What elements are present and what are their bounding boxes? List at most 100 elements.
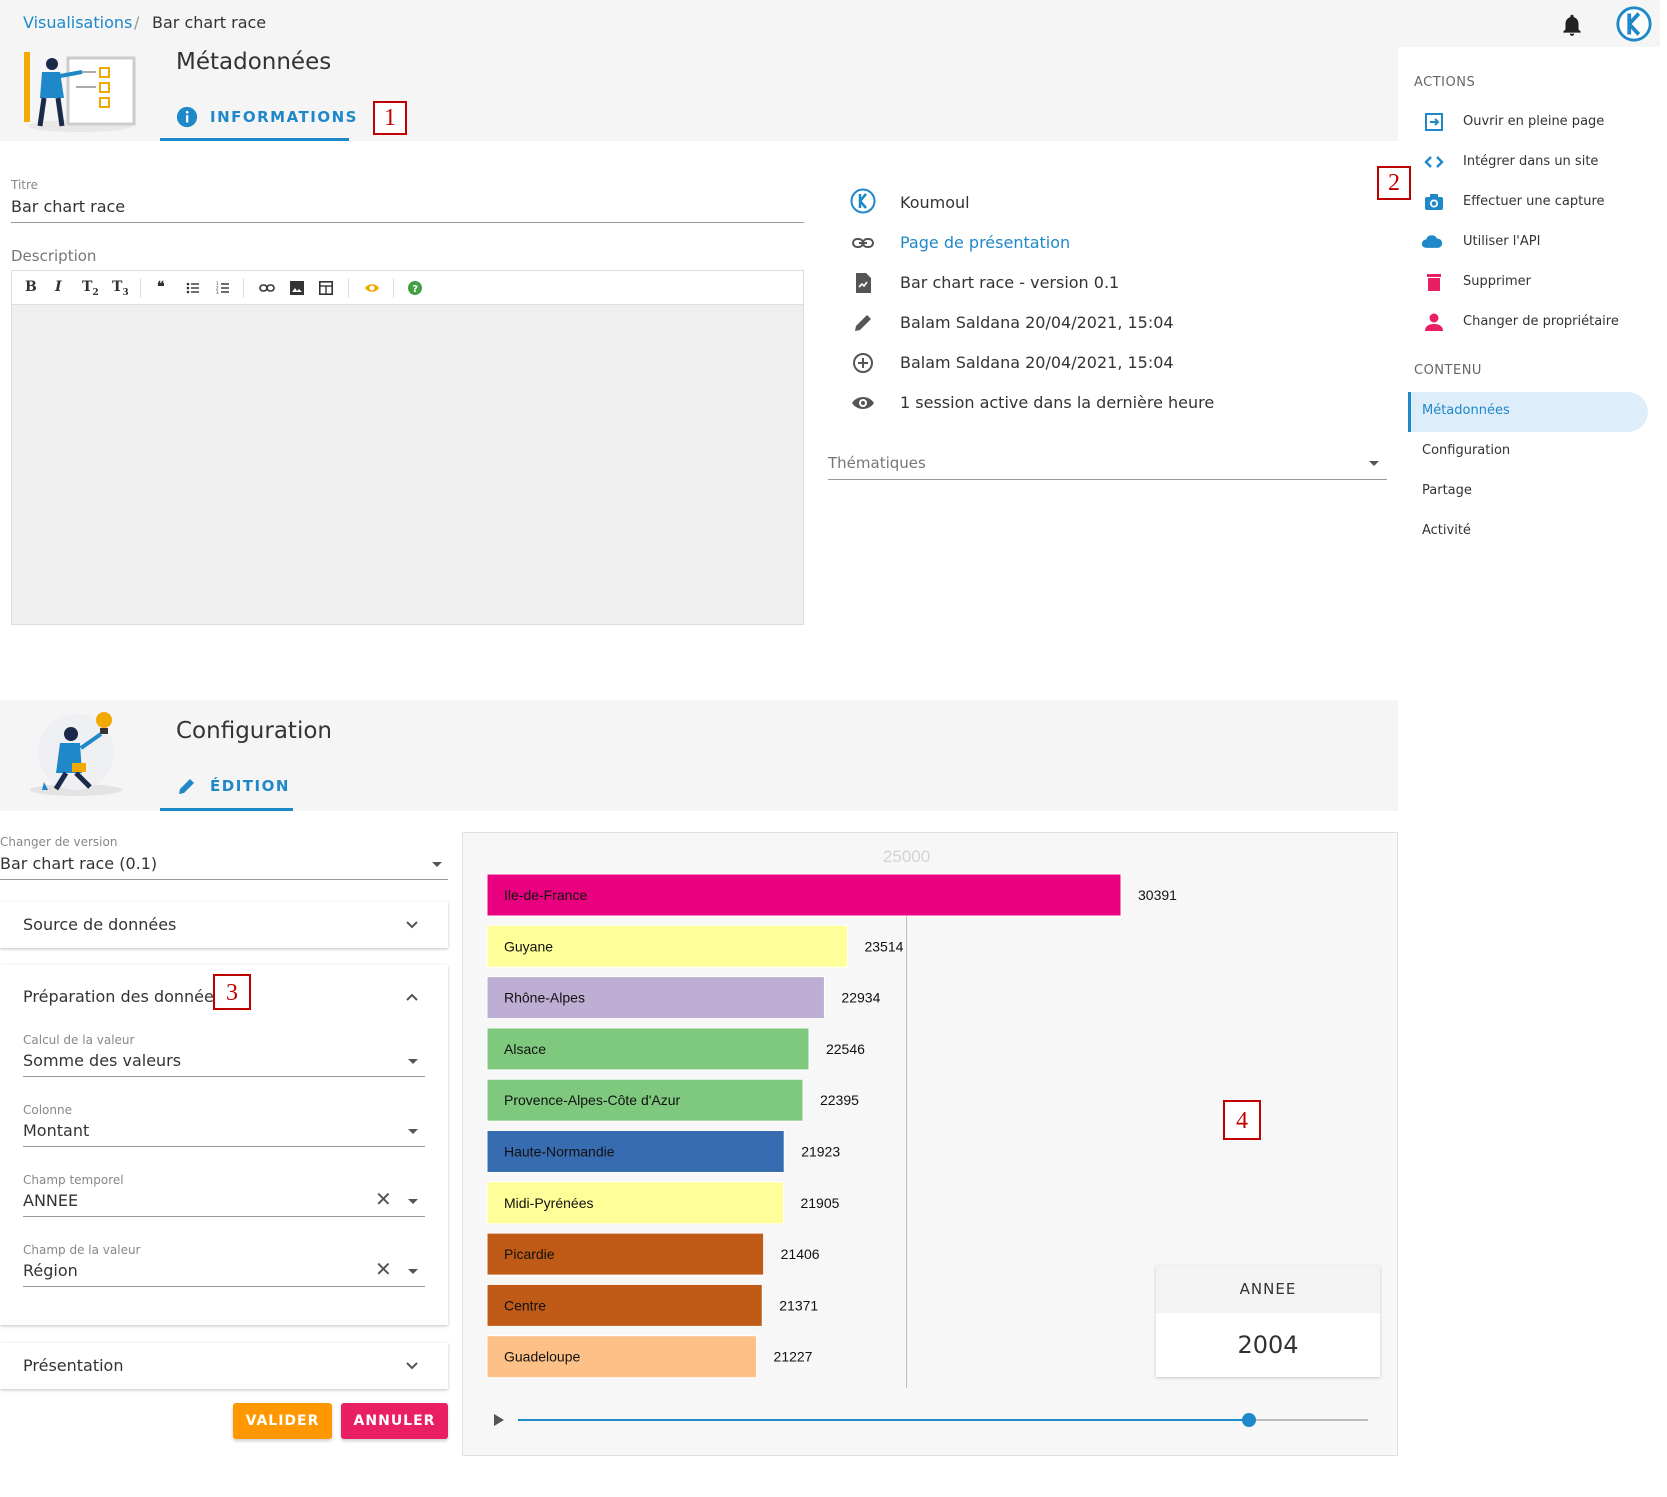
description-label: Description	[11, 247, 97, 265]
valeur-underline	[23, 1286, 425, 1287]
camera-icon[interactable]	[1423, 191, 1445, 213]
bar-value-label: 30391	[1138, 887, 1177, 903]
calc-underline	[23, 1076, 425, 1077]
owner-name: Koumoul	[900, 193, 970, 212]
configuration-illustration-icon	[30, 712, 122, 796]
chevron-down-icon[interactable]	[405, 1359, 419, 1373]
version-dropdown-arrow[interactable]	[432, 862, 442, 867]
valeur-select[interactable]: Région	[23, 1261, 78, 1280]
temporel-label: Champ temporel	[23, 1173, 124, 1187]
play-icon[interactable]	[494, 1414, 504, 1426]
callout-4: 4	[1223, 1100, 1261, 1140]
bar-label: Guyane	[504, 938, 553, 954]
quote-button[interactable]: ❝	[157, 279, 165, 295]
year-value: 2004	[1237, 1331, 1299, 1359]
titre-label: Titre	[11, 178, 39, 192]
thematiques-dropdown-arrow[interactable]	[1369, 461, 1379, 466]
actions-heading: ACTIONS	[1414, 75, 1476, 90]
presentation-title[interactable]: Présentation	[23, 1356, 123, 1375]
temporel-dropdown-arrow[interactable]	[408, 1199, 418, 1204]
titre-input[interactable]: Bar chart race	[11, 197, 125, 216]
action-capture[interactable]: Effectuer une capture	[1463, 194, 1605, 209]
bell-icon[interactable]	[1559, 12, 1585, 38]
breadcrumb-separator: /	[134, 13, 140, 32]
toolbar-separator	[348, 278, 349, 298]
breadcrumb-parent-link[interactable]: Visualisations	[23, 13, 132, 32]
description-editor[interactable]: B I T2 T3 ❝ 123 ?	[11, 270, 804, 625]
bar-label: Provence-Alpes-Côte d'Azur	[504, 1092, 681, 1108]
bar-label: Ile-de-France	[504, 887, 587, 903]
version-text: Bar chart race - version 0.1	[900, 273, 1120, 292]
person-icon[interactable]	[1423, 311, 1445, 333]
preview-eye-icon[interactable]	[364, 281, 380, 295]
calc-dropdown-arrow[interactable]	[408, 1059, 418, 1064]
ordered-list-icon[interactable]: 123	[216, 281, 230, 295]
validate-button[interactable]: VALIDER	[233, 1403, 332, 1439]
user-avatar-logo-icon[interactable]	[1615, 5, 1653, 43]
tab-edition[interactable]: ÉDITION	[210, 777, 290, 795]
content-metadonnees[interactable]: Métadonnées	[1422, 403, 1510, 418]
clear-valeur-icon[interactable]: ✕	[375, 1257, 392, 1281]
toolbar-separator	[243, 278, 244, 298]
open-fullpage-icon[interactable]	[1423, 111, 1445, 133]
colonne-label: Colonne	[23, 1103, 72, 1117]
colonne-select[interactable]: Montant	[23, 1121, 89, 1140]
action-embed-site[interactable]: Intégrer dans un site	[1463, 154, 1598, 169]
link-icon[interactable]	[259, 281, 275, 295]
bar-label: Picardie	[504, 1246, 555, 1262]
help-icon[interactable]: ?	[408, 281, 422, 295]
action-use-api[interactable]: Utiliser l'API	[1463, 234, 1540, 249]
bullet-list-icon[interactable]	[186, 281, 200, 295]
content-configuration[interactable]: Configuration	[1422, 443, 1510, 458]
slider-thumb[interactable]	[1242, 1413, 1256, 1427]
action-open-fullpage[interactable]: Ouvrir en pleine page	[1463, 114, 1604, 129]
bold-button[interactable]: B	[25, 279, 37, 295]
version-select[interactable]: Bar chart race (0.1)	[0, 854, 157, 873]
bar-value-label: 22546	[826, 1041, 865, 1057]
add-circle-icon	[853, 353, 873, 373]
content-partage[interactable]: Partage	[1422, 483, 1472, 498]
temporel-select[interactable]: ANNEE	[23, 1191, 78, 1210]
metadata-title: Métadonnées	[176, 49, 332, 75]
image-icon[interactable]	[290, 281, 304, 295]
callout-2: 2	[1377, 166, 1411, 200]
pencil-icon	[855, 315, 871, 331]
bar-value-label: 21371	[779, 1297, 818, 1313]
version-underline	[0, 879, 448, 880]
pencil-edit-icon	[179, 779, 194, 794]
chevron-down-icon[interactable]	[405, 918, 419, 932]
year-label: ANNEE	[1156, 1265, 1380, 1313]
calc-select[interactable]: Somme des valeurs	[23, 1051, 181, 1070]
code-embed-icon[interactable]	[1423, 151, 1445, 173]
created-text: Balam Saldana 20/04/2021, 15:04	[900, 353, 1174, 372]
clear-temporel-icon[interactable]: ✕	[375, 1187, 392, 1211]
cloud-icon[interactable]	[1421, 231, 1443, 253]
trash-icon[interactable]	[1423, 271, 1445, 293]
file-version-icon	[856, 273, 871, 293]
italic-button[interactable]: I	[55, 279, 62, 295]
toolbar-separator	[393, 278, 394, 298]
valeur-dropdown-arrow[interactable]	[408, 1269, 418, 1274]
heading3-button[interactable]: T3	[112, 279, 129, 298]
presentation-page-link[interactable]: Page de présentation	[900, 233, 1070, 252]
thematiques-select[interactable]: Thématiques	[828, 454, 926, 472]
preparation-title[interactable]: Préparation des données	[23, 987, 222, 1006]
bar-value-label: 22395	[820, 1092, 859, 1108]
link-icon	[852, 238, 874, 248]
heading2-button[interactable]: T2	[82, 279, 99, 298]
metadata-illustration-icon	[24, 52, 136, 132]
content-activite[interactable]: Activité	[1422, 523, 1471, 538]
valeur-label: Champ de la valeur	[23, 1243, 141, 1257]
colonne-underline	[23, 1146, 425, 1147]
action-delete[interactable]: Supprimer	[1463, 274, 1531, 289]
chevron-up-icon[interactable]	[405, 990, 419, 1004]
source-title[interactable]: Source de données	[23, 915, 176, 934]
x-tick-label: 25000	[883, 847, 930, 866]
tab-edition-indicator	[160, 808, 293, 811]
table-icon[interactable]	[319, 281, 333, 295]
colonne-dropdown-arrow[interactable]	[408, 1129, 418, 1134]
svg-text:?: ?	[412, 284, 418, 295]
cancel-button[interactable]: ANNULER	[341, 1403, 448, 1439]
tab-informations[interactable]: INFORMATIONS	[210, 108, 358, 126]
action-change-owner[interactable]: Changer de propriétaire	[1463, 314, 1619, 329]
